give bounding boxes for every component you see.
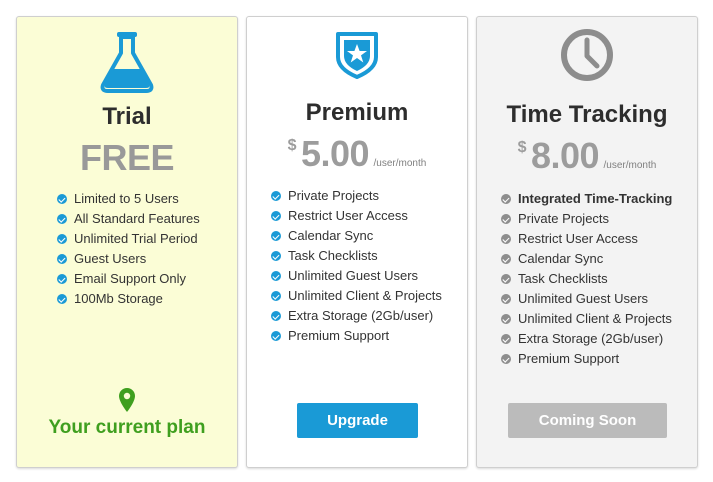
check-icon (57, 294, 67, 304)
check-icon (271, 211, 281, 221)
feature-item: Calendar Sync (501, 249, 691, 269)
check-icon (271, 291, 281, 301)
check-icon (501, 214, 511, 224)
check-icon (271, 231, 281, 241)
check-icon (501, 194, 511, 204)
check-icon (501, 254, 511, 264)
check-icon (501, 334, 511, 344)
check-icon (57, 274, 67, 284)
plan-price: $ 5.00 /user/month (247, 133, 467, 175)
price-currency: $ (517, 139, 527, 156)
check-icon (501, 274, 511, 284)
flask-icon (99, 31, 155, 98)
feature-list: Private Projects Restrict User Access Ca… (271, 186, 461, 346)
feature-item: Unlimited Guest Users (501, 289, 691, 309)
feature-item: Calendar Sync (271, 226, 461, 246)
plan-price: FREE (79, 137, 175, 178)
feature-item: Premium Support (271, 326, 461, 346)
feature-item: All Standard Features (57, 209, 231, 229)
plan-price: $ 8.00 /user/month (477, 135, 697, 177)
plan-card-premium: Premium $ 5.00 /user/month Private Proje… (246, 16, 468, 468)
check-icon (271, 251, 281, 261)
current-plan-label: Your current plan (48, 417, 206, 438)
plan-card-trial: Trial FREE Limited to 5 Users All Standa… (16, 16, 238, 468)
plan-title: Time Tracking (506, 101, 668, 128)
coming-soon-button[interactable]: Coming Soon (508, 403, 667, 438)
check-icon (271, 311, 281, 321)
feature-item: Email Support Only (57, 269, 231, 289)
feature-item: Extra Storage (2Gb/user) (271, 306, 461, 326)
check-icon (271, 331, 281, 341)
plan-title: Premium (305, 99, 409, 126)
feature-item: Integrated Time-Tracking (501, 189, 691, 209)
check-icon (501, 234, 511, 244)
feature-list: Limited to 5 Users All Standard Features… (57, 189, 231, 309)
check-icon (501, 354, 511, 364)
feature-item: Task Checklists (271, 246, 461, 266)
check-icon (271, 191, 281, 201)
check-icon (271, 271, 281, 281)
feature-item: Unlimited Client & Projects (501, 309, 691, 329)
price-currency: $ (287, 137, 297, 154)
badge-star-icon (335, 31, 379, 84)
plan-card-time-tracking: Time Tracking $ 8.00 /user/month Integra… (476, 16, 698, 468)
feature-item: 100Mb Storage (57, 289, 231, 309)
feature-item: Task Checklists (501, 269, 691, 289)
feature-item: Extra Storage (2Gb/user) (501, 329, 691, 349)
upgrade-button[interactable]: Upgrade (297, 403, 418, 438)
check-icon (57, 254, 67, 264)
plan-title: Trial (102, 103, 152, 130)
feature-item: Private Projects (271, 186, 461, 206)
price-period: /user/month (373, 158, 427, 169)
clock-icon (559, 27, 615, 88)
feature-item: Private Projects (501, 209, 691, 229)
feature-item: Unlimited Client & Projects (271, 286, 461, 306)
feature-item: Restrict User Access (501, 229, 691, 249)
map-pin-icon (118, 388, 136, 417)
feature-item: Restrict User Access (271, 206, 461, 226)
feature-item: Limited to 5 Users (57, 189, 231, 209)
check-icon (57, 214, 67, 224)
check-icon (501, 294, 511, 304)
price-amount: 8.00 (531, 135, 600, 176)
price-amount: 5.00 (301, 133, 370, 174)
feature-item: Unlimited Guest Users (271, 266, 461, 286)
check-icon (57, 194, 67, 204)
feature-list: Integrated Time-Tracking Private Project… (501, 189, 691, 369)
check-icon (501, 314, 511, 324)
feature-item: Unlimited Trial Period (57, 229, 231, 249)
price-period: /user/month (603, 160, 657, 171)
check-icon (57, 234, 67, 244)
feature-item: Guest Users (57, 249, 231, 269)
feature-item: Premium Support (501, 349, 691, 369)
